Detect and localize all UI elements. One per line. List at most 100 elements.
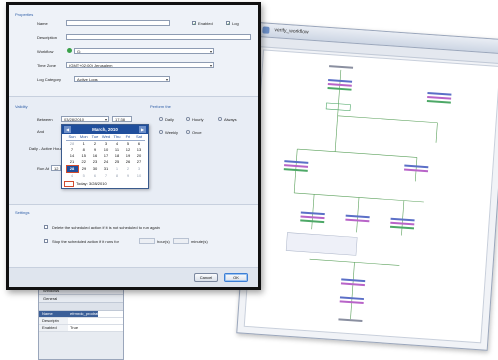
timezone-dropdown[interactable]: (GMT+02:00) Jerusalem ▾ xyxy=(66,62,214,68)
properties-section: Properties Name ✓ Enabled ✓ Log Descript… xyxy=(9,5,258,96)
properties-header: Properties xyxy=(15,12,34,17)
chevron-down-icon: ▾ xyxy=(104,117,107,122)
dialog-footer: Cancel OK xyxy=(9,267,258,287)
properties-panel: Windows General Name efrmrdc_prodrat Des… xyxy=(38,286,124,360)
workflow-diagram xyxy=(283,65,452,323)
scheduled-action-dialog: Properties Name ✓ Enabled ✓ Log Descript… xyxy=(6,2,261,290)
workflow-designer-window: verify_workflow xyxy=(236,22,498,351)
enabled-label: Enabled xyxy=(198,21,213,26)
description-field[interactable] xyxy=(66,34,251,40)
calendar-day[interactable]: 5 xyxy=(78,173,90,180)
start-date-picker[interactable]: 03/28/2010 ▾ xyxy=(61,116,109,122)
workflow-node xyxy=(426,99,451,104)
hours-field[interactable] xyxy=(139,238,155,244)
calendar-weekday: Wed xyxy=(100,134,112,141)
settings-section: Settings Delete the scheduled action if … xyxy=(9,204,258,268)
hourly-radio-label: Hourly xyxy=(192,117,204,122)
calendar-day[interactable]: 7 xyxy=(101,173,112,180)
name-field[interactable] xyxy=(66,20,170,26)
log-label: Log xyxy=(232,21,239,26)
log-category-dropdown[interactable]: Active Logs ▾ xyxy=(74,76,170,82)
calendar-day[interactable]: 8 xyxy=(112,173,123,180)
calendar-day[interactable]: 4 xyxy=(66,173,78,180)
workflow-nodes xyxy=(283,65,452,323)
workflow-icon xyxy=(262,26,270,34)
calendar-month-label: March, 2010 xyxy=(92,127,118,132)
once-radio[interactable] xyxy=(186,130,190,134)
workflow-value: G: xyxy=(77,49,82,54)
workflow-canvas[interactable] xyxy=(243,49,498,344)
workflow-label: Workflow xyxy=(37,49,54,54)
panel-tab-general[interactable]: General xyxy=(39,295,123,303)
today-marker xyxy=(64,181,74,187)
chevron-down-icon: ▾ xyxy=(209,49,212,54)
property-key: Name xyxy=(39,311,68,317)
panel-toolbar xyxy=(39,303,123,311)
validity-header: Validity xyxy=(15,104,28,109)
ok-button[interactable]: OK xyxy=(224,273,248,282)
once-radio-label: Once xyxy=(192,130,202,135)
weekly-radio-label: Weekly xyxy=(165,130,179,135)
chevron-down-icon: ▾ xyxy=(165,77,168,82)
start-time-field[interactable]: 17:38 xyxy=(112,116,132,122)
property-key: Descriptn xyxy=(39,318,68,324)
between-label: Between xyxy=(37,117,53,122)
workflow-node xyxy=(427,91,452,96)
calendar-day[interactable]: 31 xyxy=(101,166,112,173)
chevron-right-icon[interactable]: ▶ xyxy=(139,126,146,133)
workflow-node-start xyxy=(329,65,354,69)
minutes-field[interactable] xyxy=(173,238,189,244)
hourly-radio[interactable] xyxy=(186,117,190,121)
chevron-down-icon: ▾ xyxy=(209,63,212,68)
calendar-day[interactable]: 29 xyxy=(78,166,90,173)
delete-if-not-scheduled-label: Delete the scheduled action if it is not… xyxy=(52,225,160,230)
workflow-dropdown[interactable]: G: ▾ xyxy=(74,48,214,54)
property-value: efrmrdc_prodrat xyxy=(68,311,99,317)
hours-label: hour(s) xyxy=(157,239,170,244)
calendar-day[interactable]: 28 xyxy=(65,165,79,173)
calendar-day[interactable]: 9 xyxy=(123,173,134,180)
calendar-popup: ◀ March, 2010 ▶ Sun Mon Tue Wed Thu Fri Sat 28… xyxy=(61,124,149,189)
enabled-checkbox[interactable]: ✓ xyxy=(192,21,196,26)
property-row[interactable]: Name efrmrdc_prodrat xyxy=(39,311,123,318)
run-at-field[interactable]: 12 xyxy=(51,165,61,171)
log-checkbox[interactable]: ✓ xyxy=(226,21,230,26)
property-row[interactable]: Descriptn xyxy=(39,318,123,325)
daily-active-hours-label: Daily - Active Hours xyxy=(29,146,64,151)
calendar-day[interactable]: 6 xyxy=(90,173,101,180)
workflow-tooltip xyxy=(285,232,358,256)
calendar-day[interactable]: 1 xyxy=(112,166,123,173)
minutes-label: minute(s) xyxy=(191,239,208,244)
calendar-header: ◀ March, 2010 ▶ xyxy=(62,125,148,134)
stop-if-runs-label: Stop the scheduled action if it runs for xyxy=(52,239,119,244)
refresh-icon[interactable] xyxy=(67,48,72,53)
daily-radio[interactable] xyxy=(159,117,163,121)
and-label: And xyxy=(37,129,45,134)
property-key: Enabled xyxy=(39,325,68,331)
calendar-day[interactable]: 30 xyxy=(90,166,101,173)
calendar-day[interactable]: 10 xyxy=(134,173,145,180)
calendar-day[interactable]: 3 xyxy=(134,166,145,173)
today-label: Today: 3/28/2010 xyxy=(76,181,107,187)
property-value xyxy=(68,318,70,324)
property-row[interactable]: Enabled True xyxy=(39,325,123,332)
calendar-day[interactable]: 2 xyxy=(123,166,134,173)
timezone-value: (GMT+02:00) Jerusalem xyxy=(69,63,113,68)
validity-section: Validity Perform the Between 03/28/2010 … xyxy=(9,96,258,205)
daily-radio-label: Daily xyxy=(165,117,174,122)
weekly-radio[interactable] xyxy=(159,130,163,134)
stop-if-runs-checkbox[interactable] xyxy=(44,239,48,243)
start-time-value: 17:38 xyxy=(115,117,126,122)
description-label: Description xyxy=(37,35,58,40)
timezone-label: Time Zone xyxy=(37,63,56,68)
workflow-tab-title: verify_workflow xyxy=(274,27,309,36)
property-value: True xyxy=(70,325,79,330)
cancel-button[interactable]: Cancel xyxy=(194,273,218,282)
start-date-value: 03/28/2010 xyxy=(64,117,85,122)
calendar-today-link[interactable]: Today: 3/28/2010 xyxy=(64,181,107,187)
settings-header: Settings xyxy=(15,210,30,215)
run-at-label: Run At xyxy=(37,166,50,171)
delete-if-not-scheduled-checkbox[interactable] xyxy=(44,225,48,229)
workflow-node xyxy=(427,95,452,100)
always-radio[interactable] xyxy=(218,117,222,121)
